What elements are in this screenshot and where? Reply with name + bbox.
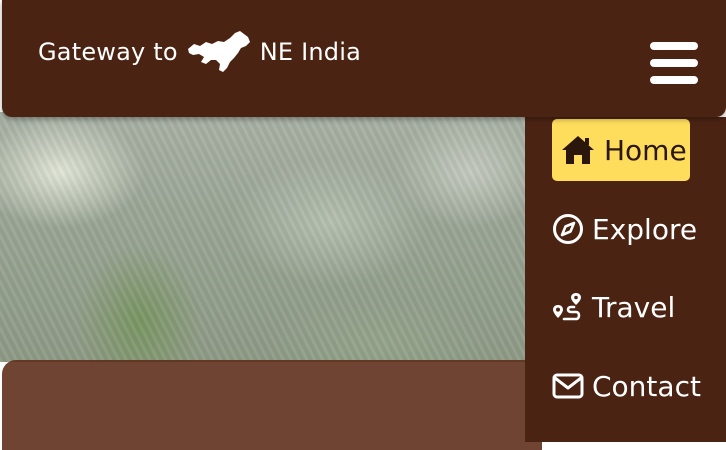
menu-item-explore[interactable]: Explore	[552, 207, 697, 251]
brand-suffix: NE India	[259, 38, 361, 66]
menu-item-contact[interactable]: Contact	[552, 364, 701, 408]
hamburger-bar	[650, 59, 698, 67]
content-panel	[2, 360, 542, 450]
hamburger-bar	[650, 42, 698, 50]
compass-icon	[553, 214, 583, 244]
brand-prefix: Gateway to	[38, 38, 178, 66]
hamburger-bar	[650, 76, 698, 84]
brand-link[interactable]: Gateway to NE India	[38, 31, 361, 72]
site-header: Gateway to NE India	[2, 0, 726, 117]
hamburger-menu-button[interactable]	[650, 40, 702, 86]
menu-item-travel[interactable]: Travel	[552, 285, 675, 329]
menu-item-label: Home	[604, 133, 687, 167]
menu-item-home[interactable]: Home	[552, 119, 690, 181]
envelope-icon	[552, 373, 584, 399]
hero-image	[0, 112, 530, 362]
northeast-india-map-icon	[187, 31, 250, 72]
menu-item-label: Contact	[592, 369, 701, 403]
side-navigation-menu: Home Explore Travel Contact	[525, 117, 726, 442]
route-icon	[553, 293, 581, 321]
menu-item-label: Travel	[592, 290, 676, 324]
menu-item-label: Explore	[592, 212, 698, 246]
home-icon	[562, 136, 594, 164]
